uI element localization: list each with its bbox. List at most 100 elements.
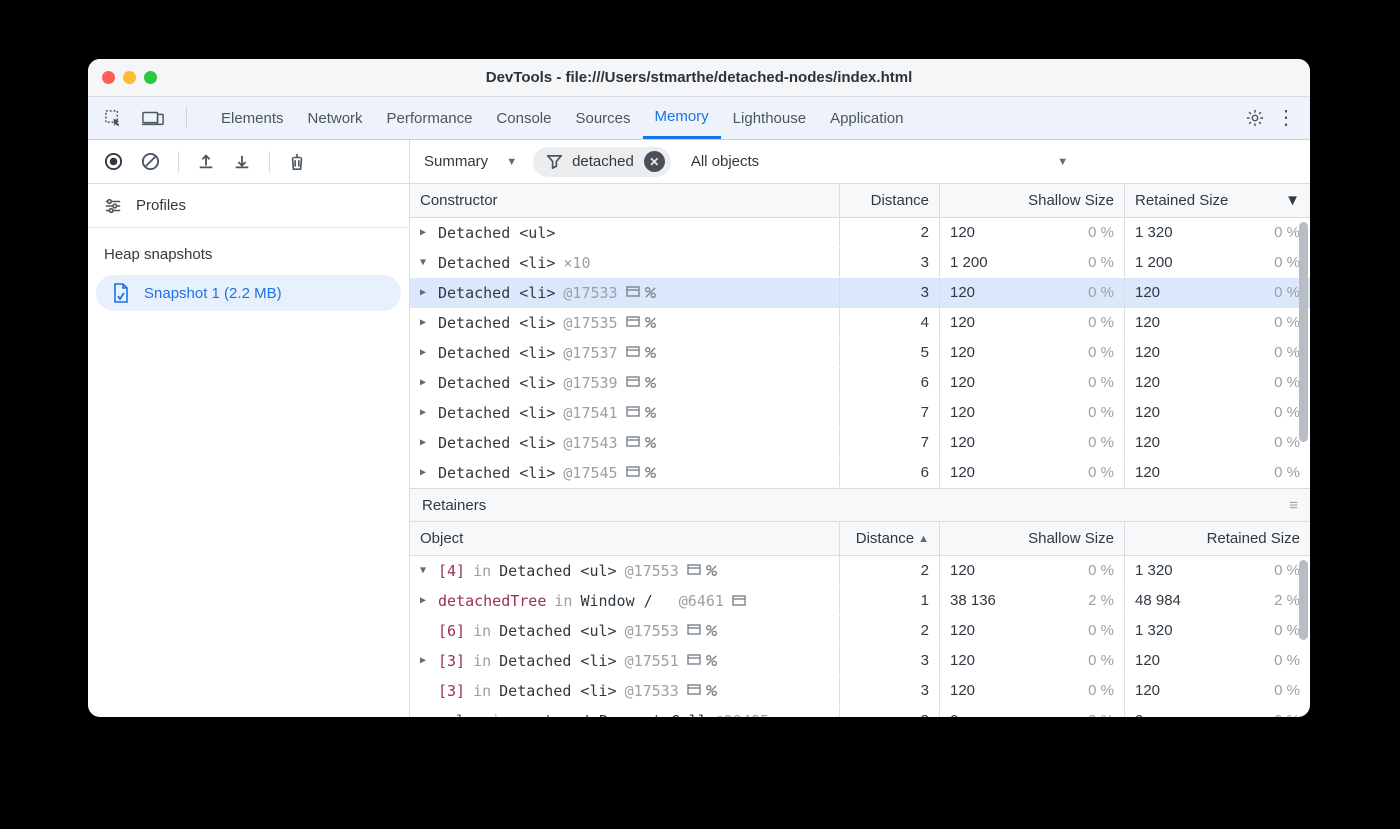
chevron-down-icon: ▼ xyxy=(506,156,517,168)
disclosure-triangle-icon[interactable]: ▼ xyxy=(420,257,430,268)
load-profile-icon[interactable] xyxy=(197,153,215,171)
gc-icon[interactable] xyxy=(288,152,306,172)
disclosure-triangle-icon[interactable]: ▶ xyxy=(420,715,430,717)
table-row[interactable]: ▶Detached <li> @17539 61200 %1200 % xyxy=(410,368,1310,398)
disclosure-triangle-icon[interactable]: ▶ xyxy=(420,287,430,298)
disclosure-triangle-icon[interactable]: ▼ xyxy=(420,565,430,576)
col-object[interactable]: Object xyxy=(410,522,840,555)
col-retained[interactable]: Retained Size▼ xyxy=(1125,184,1310,217)
main-panel: Summary ▼ detached ✕ All objects ▼ Const… xyxy=(410,140,1310,717)
window-title: DevTools - file:///Users/stmarthe/detach… xyxy=(88,69,1310,86)
tab-performance[interactable]: Performance xyxy=(375,97,485,139)
node-icons xyxy=(626,346,657,359)
titlebar: DevTools - file:///Users/stmarthe/detach… xyxy=(88,59,1310,97)
snapshot-item[interactable]: Snapshot 1 (2.2 MB) xyxy=(96,275,401,311)
sort-asc-icon: ▲ xyxy=(918,533,929,545)
traffic-lights xyxy=(102,71,157,84)
node-icons xyxy=(626,406,657,419)
tab-elements[interactable]: Elements xyxy=(209,97,296,139)
tab-sources[interactable]: Sources xyxy=(563,97,642,139)
node-icons xyxy=(626,316,657,329)
snapshot-label: Snapshot 1 (2.2 MB) xyxy=(144,285,282,302)
table-row[interactable]: ▶Detached <ul>21200 %1 3200 % xyxy=(410,218,1310,248)
filter-value: detached xyxy=(572,153,634,170)
table-row[interactable]: ▶Detached <li> @17535 41200 %1200 % xyxy=(410,308,1310,338)
settings-icon[interactable] xyxy=(1246,109,1264,127)
devtools-window: DevTools - file:///Users/stmarthe/detach… xyxy=(88,59,1310,717)
panel-tabs: ElementsNetworkPerformanceConsoleSources… xyxy=(88,97,1310,140)
node-icons xyxy=(626,286,657,299)
disclosure-triangle-icon[interactable]: ▶ xyxy=(420,595,430,606)
node-icons xyxy=(687,564,718,577)
save-profile-icon[interactable] xyxy=(233,153,251,171)
heap-toolbar: Summary ▼ detached ✕ All objects ▼ xyxy=(410,140,1310,184)
retainers-header[interactable]: Retainers ≡ xyxy=(410,488,1310,522)
col-retained[interactable]: Retained Size xyxy=(1125,522,1310,555)
grid-header: Object Distance▲ Shallow Size Retained S… xyxy=(410,522,1310,556)
profile-toolbar xyxy=(88,140,409,184)
table-row[interactable]: ▼[4] in Detached <ul> @17553 21200 %1 32… xyxy=(410,556,1310,586)
profiles-label: Profiles xyxy=(136,197,186,214)
heap-snapshots-heading: Heap snapshots xyxy=(88,228,409,271)
zoom-window-button[interactable] xyxy=(144,71,157,84)
record-icon[interactable] xyxy=(104,152,123,171)
node-icons xyxy=(626,466,657,479)
tab-application[interactable]: Application xyxy=(818,97,915,139)
col-distance[interactable]: Distance▲ xyxy=(840,522,940,555)
scrollbar[interactable] xyxy=(1299,560,1308,640)
disclosure-triangle-icon[interactable]: ▶ xyxy=(420,377,430,388)
col-constructor[interactable]: Constructor xyxy=(410,184,840,217)
disclosure-triangle-icon[interactable]: ▶ xyxy=(420,227,430,238)
sidebar: Profiles Heap snapshots Snapshot 1 (2.2 … xyxy=(88,140,410,717)
object-scope-selector[interactable]: All objects ▼ xyxy=(691,153,1068,170)
tab-console[interactable]: Console xyxy=(484,97,563,139)
table-row[interactable]: ▶Detached <li> @17543 71200 %1200 % xyxy=(410,428,1310,458)
node-icons xyxy=(732,595,746,606)
table-row[interactable]: [3] in Detached <li> @17533 31200 %1200 … xyxy=(410,676,1310,706)
disclosure-triangle-icon[interactable]: ▶ xyxy=(420,467,430,478)
tab-network[interactable]: Network xyxy=(296,97,375,139)
table-row[interactable]: ▶Detached <li> @17537 51200 %1200 % xyxy=(410,338,1310,368)
profiles-heading[interactable]: Profiles xyxy=(88,184,409,228)
menu-icon[interactable]: ≡ xyxy=(1289,497,1298,514)
disclosure-triangle-icon[interactable]: ▶ xyxy=(420,347,430,358)
col-distance[interactable]: Distance xyxy=(840,184,940,217)
constructors-grid: Constructor Distance Shallow Size Retain… xyxy=(410,184,1310,488)
table-row[interactable]: ▶[3] in Detached <li> @17551 31200 %1200… xyxy=(410,646,1310,676)
inspect-element-icon[interactable] xyxy=(102,109,124,128)
clear-icon[interactable] xyxy=(141,152,160,171)
table-row[interactable]: ▶Detached <li> @17545 61200 %1200 % xyxy=(410,458,1310,488)
disclosure-triangle-icon[interactable]: ▶ xyxy=(420,655,430,666)
table-row[interactable]: ▶detachedTree in Window / @6461 138 1362… xyxy=(410,586,1310,616)
table-row[interactable]: ▶Detached <li> @17541 71200 %1200 % xyxy=(410,398,1310,428)
disclosure-triangle-icon[interactable]: ▶ xyxy=(420,317,430,328)
close-window-button[interactable] xyxy=(102,71,115,84)
table-row[interactable]: ▶value in system / PropertyCell @2948530… xyxy=(410,706,1310,717)
scrollbar[interactable] xyxy=(1299,222,1308,442)
disclosure-triangle-icon[interactable]: ▶ xyxy=(420,437,430,448)
sort-desc-icon: ▼ xyxy=(1285,192,1300,209)
view-selector[interactable]: Summary ▼ xyxy=(424,153,517,170)
table-row[interactable]: ▼Detached <li> ×1031 2000 %1 2000 % xyxy=(410,248,1310,278)
node-icons xyxy=(687,624,718,637)
separator xyxy=(186,107,187,129)
chevron-down-icon: ▼ xyxy=(1057,156,1068,168)
node-icons xyxy=(626,436,657,449)
table-row[interactable]: ▶Detached <li> @17533 31200 %1200 % xyxy=(410,278,1310,308)
node-icons xyxy=(626,376,657,389)
table-row[interactable]: [6] in Detached <ul> @17553 21200 %1 320… xyxy=(410,616,1310,646)
retainers-grid: Object Distance▲ Shallow Size Retained S… xyxy=(410,522,1310,717)
device-toolbar-icon[interactable] xyxy=(142,109,164,127)
class-filter[interactable]: detached ✕ xyxy=(533,147,671,177)
node-icons xyxy=(687,684,718,697)
minimize-window-button[interactable] xyxy=(123,71,136,84)
disclosure-triangle-icon[interactable]: ▶ xyxy=(420,407,430,418)
grid-header: Constructor Distance Shallow Size Retain… xyxy=(410,184,1310,218)
tab-lighthouse[interactable]: Lighthouse xyxy=(721,97,818,139)
node-icons xyxy=(687,654,718,667)
filter-icon xyxy=(547,154,562,169)
tab-memory[interactable]: Memory xyxy=(643,97,721,139)
col-shallow[interactable]: Shallow Size xyxy=(940,184,1125,217)
clear-filter-icon[interactable]: ✕ xyxy=(644,151,665,172)
col-shallow[interactable]: Shallow Size xyxy=(940,522,1125,555)
